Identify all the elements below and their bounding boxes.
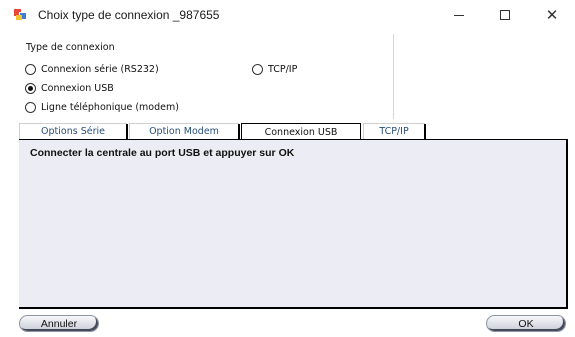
minimize-icon: [454, 14, 464, 16]
dialog-body: Type de connexion Connexion série (RS232…: [9, 30, 568, 335]
tab-connexion-usb[interactable]: Connexion USB: [241, 123, 361, 140]
radio-label: TCP/IP: [268, 64, 298, 75]
maximize-icon: [500, 10, 510, 20]
radio-label: Ligne téléphonique (modem): [41, 102, 179, 113]
radio-label: Connexion série (RS232): [41, 64, 159, 75]
title-bar[interactable]: Choix type de connexion _987655 ✕: [0, 0, 575, 30]
radio-modem[interactable]: Ligne téléphonique (modem): [25, 102, 179, 113]
close-button[interactable]: ✕: [529, 0, 575, 30]
tab-label: TCP/IP: [379, 126, 409, 137]
maximize-button[interactable]: [482, 0, 528, 30]
group-title: Type de connexion: [26, 42, 115, 53]
tab-label: Option Modem: [149, 126, 219, 137]
tab-tcpip[interactable]: TCP/IP: [363, 123, 426, 140]
radio-serial[interactable]: Connexion série (RS232): [25, 64, 159, 75]
app-icon: [14, 9, 27, 20]
tab-label: Connexion USB: [264, 126, 338, 138]
tab-option-modem[interactable]: Option Modem: [129, 123, 240, 140]
radio-label: Connexion USB: [41, 83, 114, 94]
tab-label: Options Série: [41, 126, 105, 137]
tab-panel-usb: Connecter la centrale au port USB et app…: [19, 139, 568, 309]
radio-button[interactable]: [25, 64, 36, 75]
connection-type-group: Type de connexion Connexion série (RS232…: [19, 34, 394, 119]
radio-button[interactable]: [252, 64, 263, 75]
ok-button[interactable]: OK: [486, 315, 566, 332]
radio-button[interactable]: [25, 102, 36, 113]
radio-usb[interactable]: Connexion USB: [25, 83, 114, 94]
window-title: Choix type de connexion _987655: [38, 8, 220, 22]
minimize-button[interactable]: [436, 0, 482, 30]
tab-options-serie[interactable]: Options Série: [19, 123, 128, 140]
cancel-button[interactable]: Annuler: [19, 315, 99, 332]
radio-button-selected[interactable]: [25, 83, 36, 94]
close-icon: ✕: [545, 5, 559, 24]
instruction-text: Connecter la centrale au port USB et app…: [30, 147, 295, 159]
radio-tcpip[interactable]: TCP/IP: [252, 64, 297, 75]
